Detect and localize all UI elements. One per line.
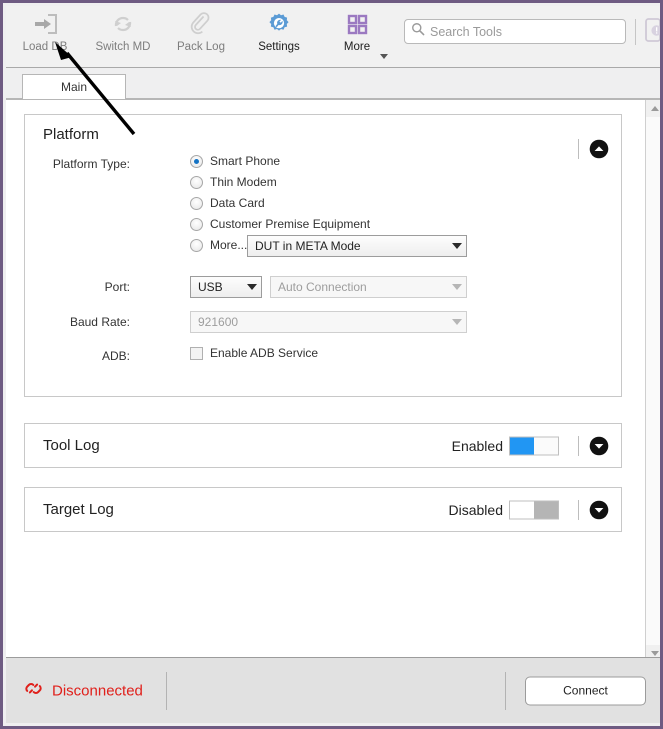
meta-mode-combo[interactable]: DUT in META Mode <box>247 235 467 257</box>
chevron-down-icon <box>243 284 261 290</box>
radio-label-data-card: Data Card <box>210 196 265 210</box>
radio-label-smart-phone: Smart Phone <box>210 154 281 168</box>
content-scrollbar[interactable] <box>645 100 660 662</box>
scrollbar-track[interactable] <box>646 117 660 645</box>
radio-thin-modem[interactable] <box>190 175 203 189</box>
search-container <box>404 19 626 44</box>
target-log-panel: Target Log Disabled <box>24 487 622 532</box>
tool-log-divider <box>578 435 579 456</box>
main-toolbar: Load DB Switch MD Pack Log Settings More… <box>6 6 660 68</box>
chevron-down-icon[interactable] <box>380 54 388 59</box>
footer-divider-left <box>166 672 167 710</box>
chevron-down-icon <box>448 319 466 325</box>
tab-strip: Main <box>6 68 660 99</box>
toolbar-button-more[interactable]: More <box>318 6 396 62</box>
toolbar-button-switch-md[interactable]: Switch MD <box>84 6 162 62</box>
chevron-down-circle-icon[interactable] <box>589 436 609 456</box>
toolbar-button-settings[interactable]: Settings <box>240 6 318 62</box>
tool-log-title: Tool Log <box>43 437 100 454</box>
target-log-toggle-fill <box>510 501 534 518</box>
content-pane: Platform Platform Type: Smart Phone Thin… <box>6 99 660 662</box>
import-db-icon <box>32 11 58 37</box>
target-log-toggle-knob <box>534 501 558 518</box>
paperclip-icon <box>188 11 214 37</box>
toolbar-label-more: More <box>343 41 371 53</box>
search-icon <box>411 22 425 41</box>
toolbar-button-pack-log[interactable]: Pack Log <box>162 6 240 62</box>
connection-status-text: Disconnected <box>52 682 143 699</box>
enable-adb-service-checkbox[interactable] <box>190 346 203 360</box>
radio-option-data-card[interactable]: Data Card <box>190 196 265 210</box>
radio-label-cpe: Customer Premise Equipment <box>210 217 371 231</box>
toolbar-label-switch-md: Switch MD <box>95 41 151 53</box>
tool-log-panel: Tool Log Enabled <box>24 423 622 468</box>
toolbar-button-load-db[interactable]: Load DB <box>6 6 84 62</box>
footer-divider-right <box>505 672 506 710</box>
platform-panel: Platform Platform Type: Smart Phone Thin… <box>24 114 622 397</box>
connect-button-label: Connect <box>563 683 608 698</box>
meta-mode-combo-value: DUT in META Mode <box>255 239 361 253</box>
connection-status: Disconnected <box>24 680 143 701</box>
port-combo[interactable]: USB <box>190 276 262 298</box>
platform-type-label: Platform Type: <box>52 157 130 171</box>
connection-combo-value: Auto Connection <box>278 280 367 294</box>
adb-label: ADB: <box>101 349 130 363</box>
radio-label-more: More... <box>210 238 248 252</box>
tab-main[interactable]: Main <box>22 74 126 99</box>
search-input[interactable] <box>428 20 614 43</box>
tool-log-toggle[interactable] <box>509 436 559 455</box>
radio-more[interactable] <box>190 238 203 252</box>
device-status-icon[interactable] <box>643 17 660 48</box>
toolbar-label-pack-log: Pack Log <box>177 41 225 53</box>
radio-option-more[interactable]: More... <box>190 238 247 252</box>
radio-option-thin-modem[interactable]: Thin Modem <box>190 175 277 189</box>
tool-log-toggle-fill <box>510 437 534 454</box>
radio-label-thin-modem: Thin Modem <box>210 175 277 189</box>
platform-panel-title: Platform <box>43 126 99 143</box>
content-scroll-area: Platform Platform Type: Smart Phone Thin… <box>6 100 638 662</box>
baud-rate-combo-value: 921600 <box>198 315 239 329</box>
target-log-title: Target Log <box>43 501 114 518</box>
chevron-down-circle-icon[interactable] <box>589 500 609 520</box>
toolbar-divider <box>635 19 636 45</box>
tool-log-state-label: Enabled <box>451 437 503 454</box>
radio-option-cpe[interactable]: Customer Premise Equipment <box>190 217 370 231</box>
search-tools-box[interactable] <box>404 19 626 44</box>
adb-service-row[interactable]: Enable ADB Service <box>190 346 318 360</box>
chevron-up-circle-icon[interactable] <box>589 139 609 159</box>
connection-combo[interactable]: Auto Connection <box>270 276 467 298</box>
platform-header-divider <box>578 139 579 159</box>
baud-rate-combo[interactable]: 921600 <box>190 311 467 333</box>
target-log-divider <box>578 499 579 520</box>
radio-option-smart-phone[interactable]: Smart Phone <box>190 154 280 168</box>
chevron-down-icon <box>448 243 466 249</box>
chevron-down-icon <box>448 284 466 290</box>
port-combo-value: USB <box>198 280 223 294</box>
target-log-state-label: Disabled <box>448 501 503 518</box>
status-footer: Disconnected Connect <box>6 657 660 723</box>
target-log-toggle[interactable] <box>509 500 559 519</box>
gear-wrench-icon <box>266 11 292 37</box>
tool-log-toggle-knob <box>534 437 558 454</box>
tab-main-label: Main <box>60 80 87 94</box>
port-label: Port: <box>104 280 130 294</box>
grid-squares-icon <box>344 11 370 37</box>
application-window: Load DB Switch MD Pack Log Settings More… <box>0 0 663 729</box>
refresh-sync-icon <box>110 11 136 37</box>
radio-cpe[interactable] <box>190 217 203 231</box>
enable-adb-service-label: Enable ADB Service <box>210 346 319 360</box>
toolbar-label-load-db: Load DB <box>22 41 68 53</box>
connect-button[interactable]: Connect <box>525 676 646 705</box>
radio-data-card[interactable] <box>190 196 203 210</box>
baud-rate-label: Baud Rate: <box>69 315 130 329</box>
radio-smart-phone[interactable] <box>190 154 203 168</box>
broken-link-icon <box>24 680 43 701</box>
toolbar-label-settings: Settings <box>258 41 300 53</box>
scroll-up-button[interactable] <box>646 100 660 117</box>
